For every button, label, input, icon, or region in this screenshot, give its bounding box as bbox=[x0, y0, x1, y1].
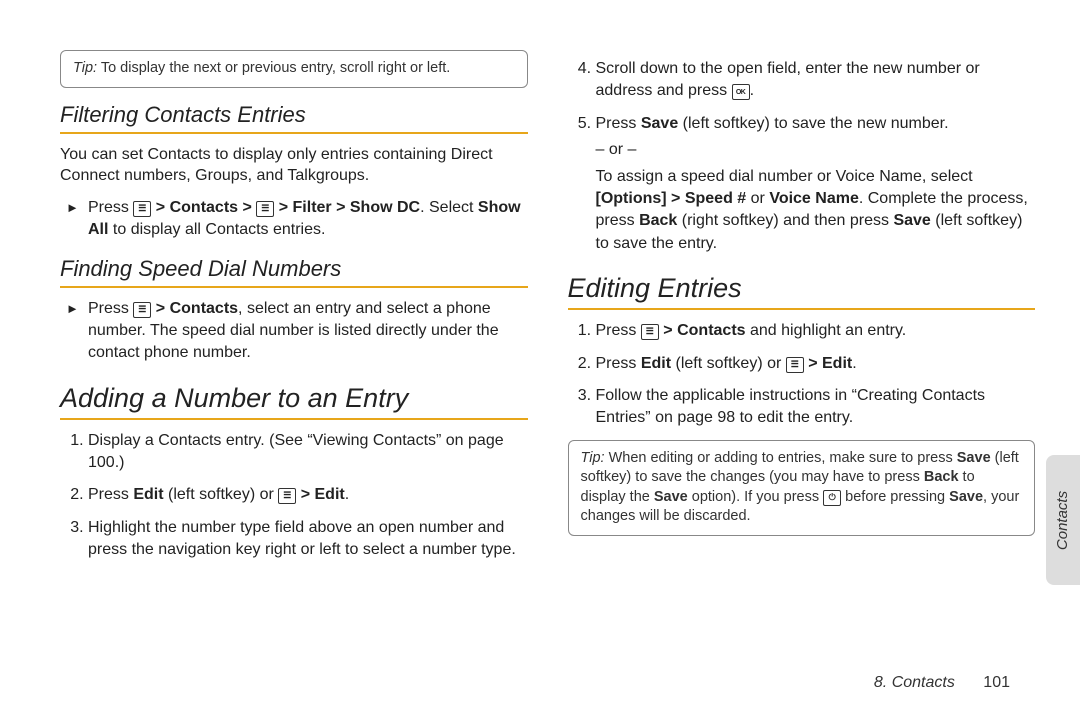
tip-text: To display the next or previous entry, s… bbox=[97, 60, 450, 76]
end-key-icon bbox=[823, 490, 841, 506]
footer-page-number: 101 bbox=[983, 674, 1010, 691]
menu-key-icon bbox=[786, 357, 804, 373]
right-column: Scroll down to the open field, enter the… bbox=[568, 50, 1036, 690]
heading-speed-dial: Finding Speed Dial Numbers bbox=[60, 256, 528, 282]
heading-editing: Editing Entries bbox=[568, 273, 1036, 304]
edit-step-3: Follow the applicable instructions in “C… bbox=[596, 385, 1036, 430]
tip-box-save: Tip: When editing or adding to entries, … bbox=[568, 440, 1036, 536]
left-column: Tip: To display the next or previous ent… bbox=[60, 50, 528, 690]
tip-box-scroll: Tip: To display the next or previous ent… bbox=[60, 50, 528, 88]
add-steps: Display a Contacts entry. (See “Viewing … bbox=[60, 430, 528, 562]
add-steps-cont: Scroll down to the open field, enter the… bbox=[568, 58, 1036, 255]
footer-section: 8. Contacts bbox=[874, 674, 955, 691]
add-step-5: Press Save (left softkey) to save the ne… bbox=[596, 113, 1036, 255]
menu-key-icon bbox=[641, 324, 659, 340]
add-step-1: Display a Contacts entry. (See “Viewing … bbox=[88, 430, 528, 475]
heading-filtering: Filtering Contacts Entries bbox=[60, 102, 528, 128]
rule bbox=[60, 286, 528, 288]
menu-key-icon bbox=[133, 201, 151, 217]
rule bbox=[568, 308, 1036, 310]
side-tab-contacts: Contacts bbox=[1046, 455, 1080, 585]
filter-body: You can set Contacts to display only ent… bbox=[60, 144, 528, 187]
edit-step-2: Press Edit (left softkey) or > Edit. bbox=[596, 353, 1036, 375]
edit-step-1: Press > Contacts and highlight an entry. bbox=[596, 320, 1036, 342]
filter-step-1: Press > Contacts > > Filter > Show DC. S… bbox=[88, 197, 528, 242]
rule bbox=[60, 418, 528, 420]
or-divider: – or – bbox=[596, 139, 1036, 161]
heading-adding-number: Adding a Number to an Entry bbox=[60, 383, 528, 414]
speed-step-1: Press > Contacts, select an entry and se… bbox=[88, 298, 528, 365]
ok-key-icon bbox=[732, 84, 750, 100]
add-step-3: Highlight the number type field above an… bbox=[88, 517, 528, 562]
menu-key-icon bbox=[278, 488, 296, 504]
tip-label: Tip: bbox=[73, 60, 97, 76]
page-footer: 8. Contacts 101 bbox=[874, 674, 1010, 692]
add-step-4: Scroll down to the open field, enter the… bbox=[596, 58, 1036, 103]
filter-steps: Press > Contacts > > Filter > Show DC. S… bbox=[60, 197, 528, 242]
tip-label: Tip: bbox=[581, 450, 605, 466]
rule bbox=[60, 132, 528, 134]
side-tab-label: Contacts bbox=[1055, 490, 1072, 549]
menu-key-icon bbox=[133, 302, 151, 318]
speed-steps: Press > Contacts, select an entry and se… bbox=[60, 298, 528, 365]
add-step-2: Press Edit (left softkey) or > Edit. bbox=[88, 484, 528, 506]
edit-steps: Press > Contacts and highlight an entry.… bbox=[568, 320, 1036, 430]
menu-key-icon bbox=[256, 201, 274, 217]
